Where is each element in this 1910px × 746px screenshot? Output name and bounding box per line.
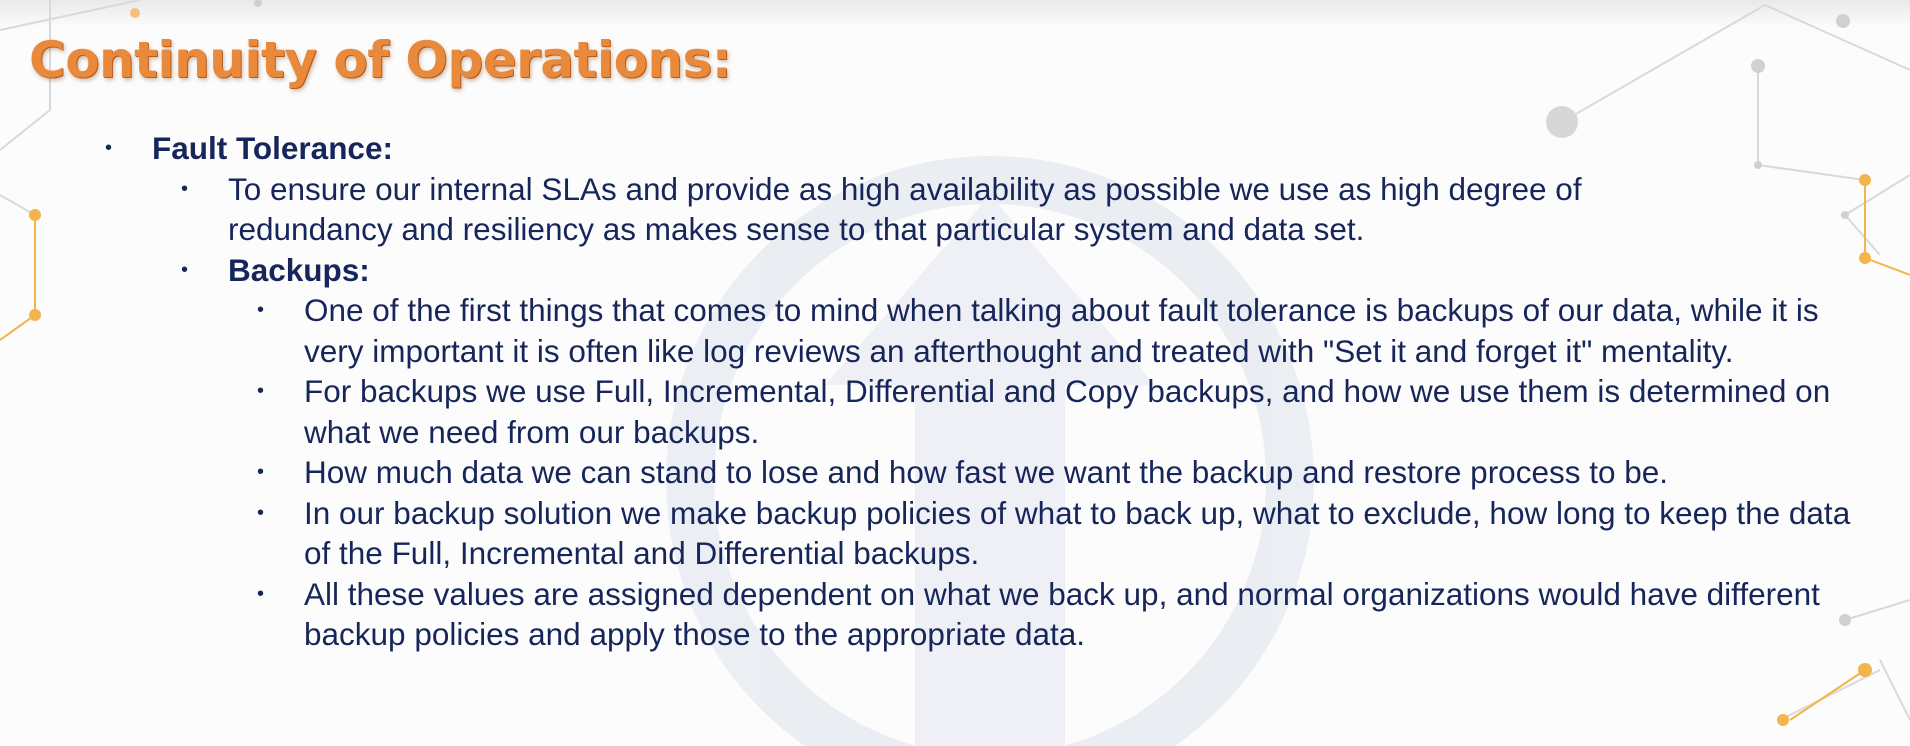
- list-item-backup-point: • In our backup solution we make backup …: [257, 493, 1864, 574]
- bullet: •: [105, 137, 113, 159]
- list-item-backup-point: • All these values are assigned dependen…: [257, 574, 1864, 655]
- backup-point-text: How much data we can stand to lose and h…: [304, 454, 1669, 490]
- list-item-backup-point: • One of the first things that comes to …: [257, 290, 1864, 371]
- backup-point-text: One of the first things that comes to mi…: [304, 292, 1819, 369]
- fault-tolerance-heading: Fault Tolerance:: [152, 130, 393, 166]
- bullet: •: [181, 177, 189, 200]
- list-item-fault-tolerance: • Fault Tolerance:: [105, 128, 1852, 169]
- bullet: •: [257, 380, 265, 402]
- bullet: •: [257, 501, 265, 524]
- backup-point-text: For backups we use Full, Incremental, Di…: [304, 373, 1831, 450]
- bullet: •: [257, 582, 265, 605]
- list-item-intro: • To ensure our internal SLAs and provid…: [181, 169, 1718, 250]
- bullet: •: [257, 299, 265, 321]
- backup-point-text: All these values are assigned dependent …: [304, 575, 1820, 653]
- slide-title: Continuity of Operations:: [29, 31, 732, 89]
- list-item-backup-point: • How much data we can stand to lose and…: [257, 452, 1864, 493]
- slide-content: • Fault Tolerance: • To ensure our inter…: [0, 128, 1910, 655]
- backups-heading: Backups:: [228, 251, 370, 288]
- bullet: •: [181, 258, 189, 281]
- fault-tolerance-intro-text: To ensure our internal SLAs and provide …: [228, 170, 1582, 248]
- bullet: •: [257, 461, 265, 483]
- list-item-backup-point: • For backups we use Full, Incremental, …: [257, 371, 1864, 452]
- backup-point-text: In our backup solution we make backup po…: [304, 494, 1851, 572]
- list-item-backups: • Backups:: [181, 250, 1718, 291]
